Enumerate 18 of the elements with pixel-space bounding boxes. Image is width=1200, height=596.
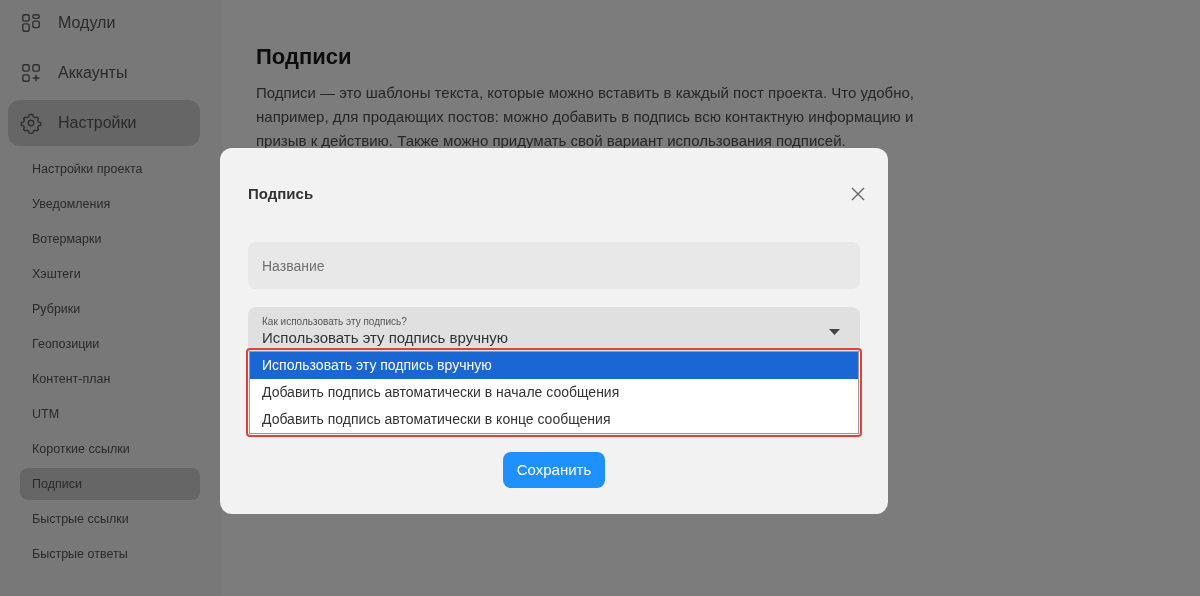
page-description: Подписи — это шаблоны текста, которые можно вставить в каждый пост проекта. Что удобно, например, для продающих постов: можно добавить в подпись всю контактную информацию и призыв к действию. Также можно придумать свой вариант использования подписей.: [256, 83, 915, 151]
dialog-title: Подпись: [248, 183, 314, 204]
select-label: Как использовать эту подпись?: [262, 316, 408, 328]
sidebar-item[interactable]: Настройки: [8, 100, 200, 146]
usage-select[interactable]: Как использовать эту подпись? Использовать эту подпись вручную: [248, 307, 860, 352]
select-value: Использовать эту подпись вручную: [262, 328, 509, 348]
name-field[interactable]: Название: [248, 242, 860, 289]
select-option[interactable]: Добавить подпись автоматически в конце сообщения: [250, 406, 858, 433]
dropdown-caret-icon: [829, 329, 840, 335]
page-title: Подписи: [256, 43, 353, 71]
grid-plus-icon: [20, 62, 42, 84]
select-option[interactable]: Добавить подпись автоматически в начале сообщения: [250, 379, 858, 406]
select-option[interactable]: Использовать эту подпись вручную: [250, 352, 858, 379]
sidebar-subitem[interactable]: Подписи: [20, 468, 200, 500]
grid-icon: [20, 12, 42, 34]
settings-icon: [20, 112, 42, 134]
save-button[interactable]: Сохранить: [502, 452, 606, 488]
close-icon: [850, 186, 866, 202]
